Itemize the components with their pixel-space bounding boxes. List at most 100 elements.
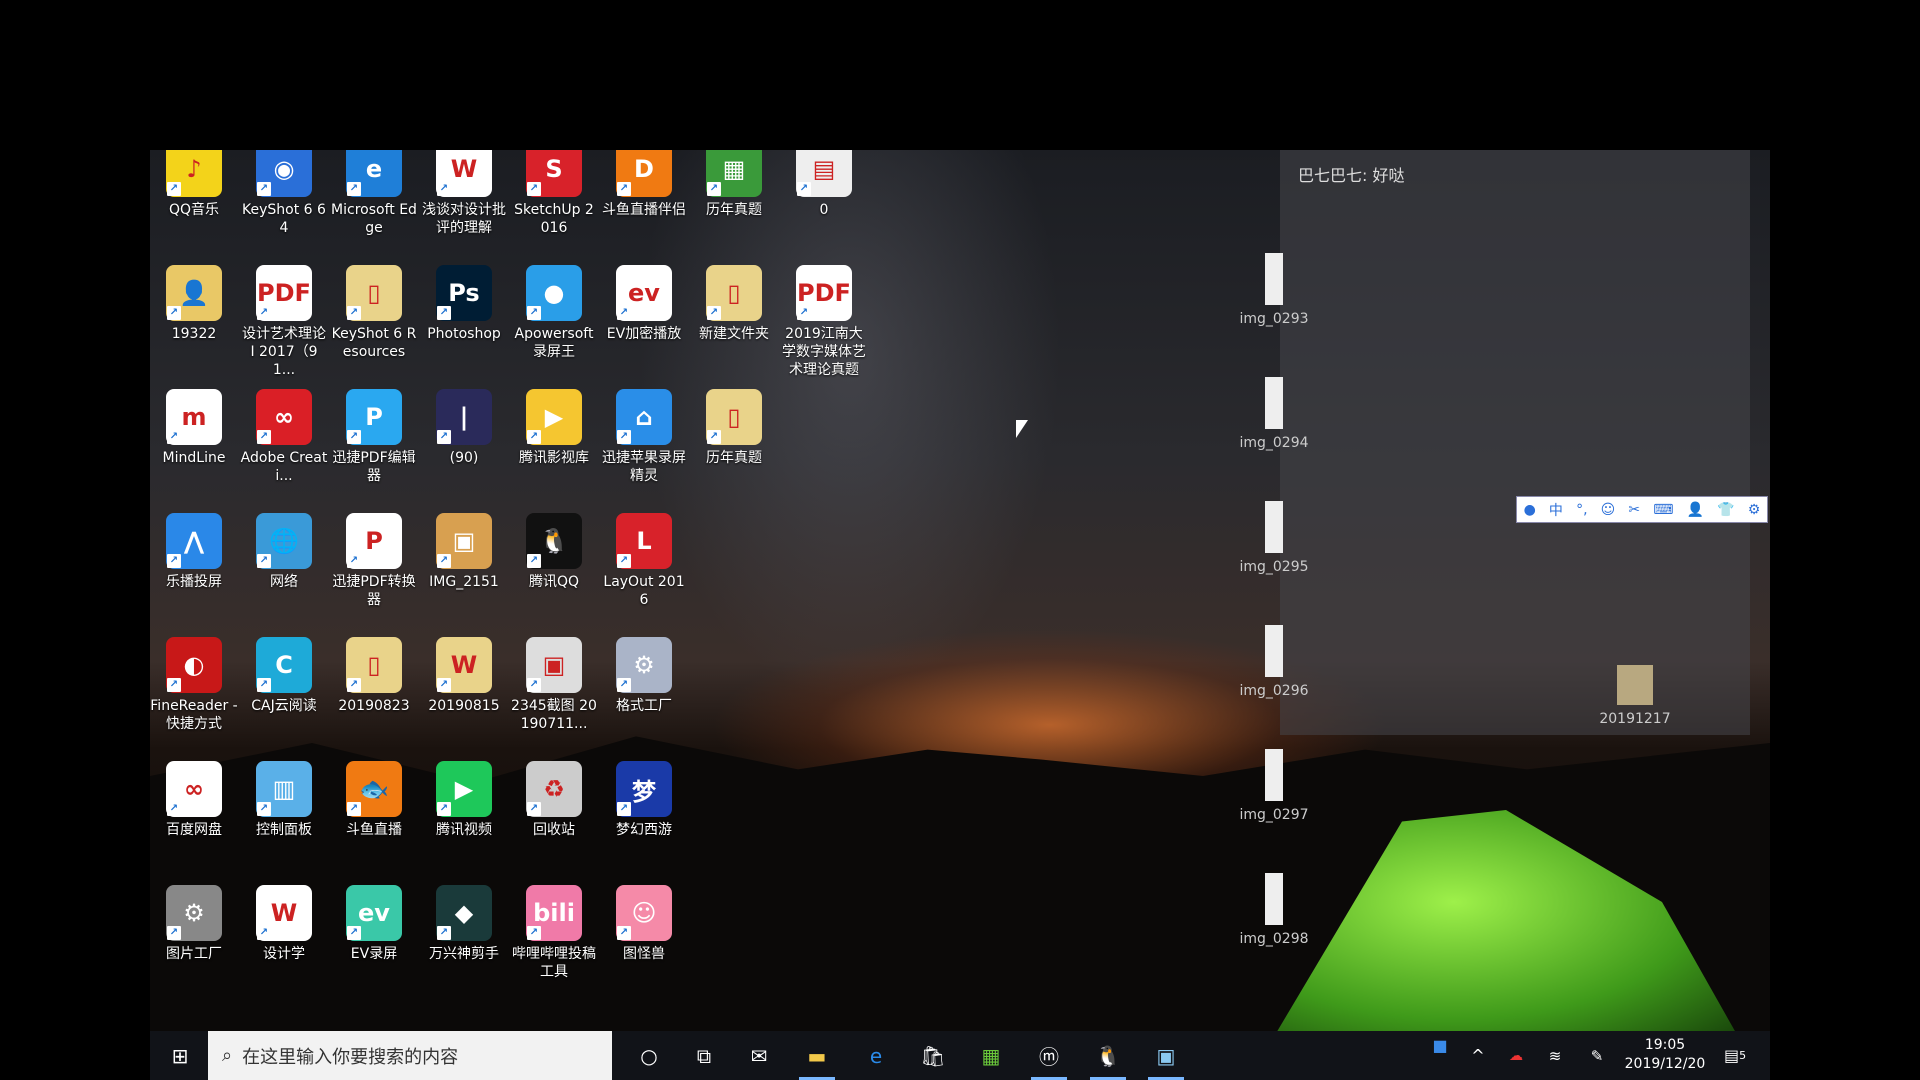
ime-button[interactable]: °, <box>1576 502 1587 518</box>
ime-button[interactable]: 👕 <box>1717 502 1734 518</box>
ime-button[interactable]: ✂ <box>1628 502 1640 518</box>
app-icon: e ↗ <box>346 150 402 197</box>
icon-label: (90) <box>449 450 479 466</box>
desktop-icon[interactable]: ∞ ↗ 百度网盘 <box>150 761 238 839</box>
chevron-up-icon[interactable]: ^ <box>1466 1031 1490 1080</box>
task-view-button[interactable]: ⧉ <box>680 1031 728 1080</box>
desktop-icon[interactable]: ☺ ↗ 图怪兽 <box>600 885 688 963</box>
ime-button[interactable]: ⚙ <box>1748 502 1761 518</box>
file-icon[interactable]: img_0294 <box>1229 377 1319 451</box>
desktop-icon[interactable]: ◉ ↗ KeyShot 6 64 <box>240 150 328 237</box>
desktop-icon[interactable]: D ↗ 斗鱼直播伴侣 <box>600 150 688 219</box>
desktop-icon[interactable]: ◆ ↗ 万兴神剪手 <box>420 885 508 963</box>
file-icon[interactable]: img_0295 <box>1229 501 1319 575</box>
app-icon: ▯ ↗ <box>346 265 402 321</box>
app-icon: bili ↗ <box>526 885 582 941</box>
desktop-icon[interactable]: W ↗ 浅谈对设计批评的理解 <box>420 150 508 237</box>
desktop-icon[interactable]: S ↗ SketchUp 2016 <box>510 150 598 237</box>
folder-20191217[interactable]: 20191217 <box>1590 665 1680 727</box>
icon-label: 20190815 <box>428 698 500 714</box>
desktop-icon[interactable]: 👤 ↗ 19322 <box>150 265 238 343</box>
desktop-icon[interactable]: P ↗ 迅捷PDF转换器 <box>330 513 418 609</box>
file-explorer-icon[interactable]: ▬ <box>793 1031 841 1080</box>
icon-label: 回收站 <box>533 822 575 838</box>
desktop-icon[interactable]: ▯ ↗ 新建文件夹 <box>690 265 778 343</box>
app-icon: ◐ ↗ <box>166 637 222 693</box>
desktop-icon[interactable]: ▶ ↗ 腾讯视频 <box>420 761 508 839</box>
desktop-icon[interactable]: L ↗ LayOut 2016 <box>600 513 688 609</box>
desktop-icon[interactable]: ▯ ↗ 历年真题 <box>690 389 778 467</box>
mail-icon[interactable]: ✉ <box>735 1031 783 1080</box>
ime-button[interactable]: 中 <box>1549 500 1563 520</box>
cortana-button[interactable]: ○ <box>625 1031 673 1080</box>
app-icon: ev ↗ <box>616 265 672 321</box>
icon-label: 浅谈对设计批评的理解 <box>422 202 506 236</box>
desktop-icon[interactable]: ▣ ↗ 2345截图 20190711... <box>510 637 598 733</box>
icon-label: 腾讯QQ <box>528 574 580 590</box>
shortcut-arrow-icon: ↗ <box>617 306 631 320</box>
desktop-icon[interactable]: ▯ ↗ 20190823 <box>330 637 418 715</box>
app-icon: L ↗ <box>616 513 672 569</box>
shortcut-arrow-icon: ↗ <box>797 306 811 320</box>
desktop-icon[interactable]: ▤ ↗ 0 <box>780 150 868 219</box>
desktop-icon[interactable]: ev ↗ EV加密播放 <box>600 265 688 343</box>
desktop-icon[interactable]: ⚙ ↗ 格式工厂 <box>600 637 688 715</box>
desktop-icon[interactable]: 🐟 ↗ 斗鱼直播 <box>330 761 418 839</box>
file-icon[interactable]: img_0293 <box>1229 253 1319 327</box>
icon-label: 迅捷苹果录屏精灵 <box>602 450 686 484</box>
desktop-icon[interactable]: W ↗ 设计学 <box>240 885 328 963</box>
desktop-icon[interactable]: ▦ ↗ 历年真题 <box>690 150 778 219</box>
file-icon[interactable]: img_0297 <box>1229 749 1319 823</box>
start-button[interactable]: ⊞ <box>160 1031 200 1080</box>
desktop-icon[interactable]: C ↗ CAJ云阅读 <box>240 637 328 715</box>
desktop-icon[interactable]: 梦 ↗ 梦幻西游 <box>600 761 688 839</box>
desktop-icon[interactable]: P ↗ 迅捷PDF编辑器 <box>330 389 418 485</box>
desktop-icon[interactable]: W ↗ 20190815 <box>420 637 508 715</box>
app-icon: 🌐 ↗ <box>256 513 312 569</box>
desktop-icon[interactable]: | ↗ (90) <box>420 389 508 467</box>
desktop-icon[interactable]: 🐧 ↗ 腾讯QQ <box>510 513 598 591</box>
desktop-icon[interactable]: ∞ ↗ Adobe Creati... <box>240 389 328 485</box>
ime-button[interactable]: ☺ <box>1601 502 1616 518</box>
ime-button[interactable]: 👤 <box>1687 502 1704 518</box>
desktop-icon[interactable]: Ps ↗ Photoshop <box>420 265 508 343</box>
edge-icon[interactable]: e <box>852 1031 900 1080</box>
desktop-icon[interactable]: PDF ↗ 设计艺术理论 I 2017（91... <box>240 265 328 379</box>
desktop-icon[interactable]: ▶ ↗ 腾讯影视库 <box>510 389 598 467</box>
desktop-icon[interactable]: ev ↗ EV录屏 <box>330 885 418 963</box>
pen-icon[interactable]: ✎ <box>1585 1031 1609 1080</box>
desktop-icon[interactable]: m ↗ MindLine <box>150 389 238 467</box>
mindline-icon[interactable]: ⓜ <box>1025 1031 1073 1080</box>
desktop-icon[interactable]: ▯ ↗ KeyShot 6 Resources <box>330 265 418 361</box>
shortcut-arrow-icon: ↗ <box>527 926 541 940</box>
desktop-icon[interactable]: e ↗ Microsoft Edge <box>330 150 418 237</box>
search-input[interactable]: ⌕ 在这里输入你要搜索的内容 <box>208 1031 612 1080</box>
desktop-icon[interactable]: ⌂ ↗ 迅捷苹果录屏精灵 <box>600 389 688 485</box>
meeting-tray-icon[interactable]: ■ <box>1428 1021 1452 1070</box>
desktop-icon[interactable]: ▥ ↗ 控制面板 <box>240 761 328 839</box>
desktop-icon[interactable]: ● ↗ Apowersoft 录屏王 <box>510 265 598 361</box>
notification-center-button[interactable]: ▤ 5 <box>1720 1031 1750 1080</box>
clock[interactable]: 19:05 2019/12/20 <box>1620 1036 1710 1074</box>
cloud-error-icon[interactable]: ☁ <box>1504 1031 1528 1080</box>
ime-button[interactable]: ● <box>1524 502 1536 518</box>
screenshot-app-icon[interactable]: ▣ <box>1142 1031 1190 1080</box>
ime-button[interactable]: ⌨ <box>1653 502 1673 518</box>
desktop-icon[interactable]: ◐ ↗ FineReader - 快捷方式 <box>150 637 238 733</box>
shortcut-arrow-icon: ↗ <box>797 182 811 196</box>
desktop-icon[interactable]: bili ↗ 哔哩哔哩投稿工具 <box>510 885 598 981</box>
desktop-icon[interactable]: ♻ ↗ 回收站 <box>510 761 598 839</box>
file-icon[interactable]: img_0298 <box>1229 873 1319 947</box>
desktop-icon[interactable]: ▣ ↗ IMG_2151 <box>420 513 508 591</box>
wifi-icon[interactable]: ≋ <box>1543 1031 1567 1080</box>
store-icon[interactable]: 🛍 <box>909 1031 957 1080</box>
file-icon[interactable]: img_0296 <box>1229 625 1319 699</box>
desktop: 巴七巴七: 好哒 ♪ ↗ QQ音乐 ◉ ↗ KeyShot 6 64 e ↗ Microsoft… <box>150 150 1770 1031</box>
qq-icon[interactable]: 🐧 <box>1084 1031 1132 1080</box>
desktop-icon[interactable]: ♪ ↗ QQ音乐 <box>150 150 238 219</box>
desktop-icon[interactable]: ⋀ ↗ 乐播投屏 <box>150 513 238 591</box>
spreadsheet-icon[interactable]: ▦ <box>967 1031 1015 1080</box>
desktop-icon[interactable]: PDF ↗ 2019江南大学数字媒体艺术理论真题 <box>780 265 868 379</box>
desktop-icon[interactable]: 🌐 ↗ 网络 <box>240 513 328 591</box>
desktop-icon[interactable]: ⚙ ↗ 图片工厂 <box>150 885 238 963</box>
